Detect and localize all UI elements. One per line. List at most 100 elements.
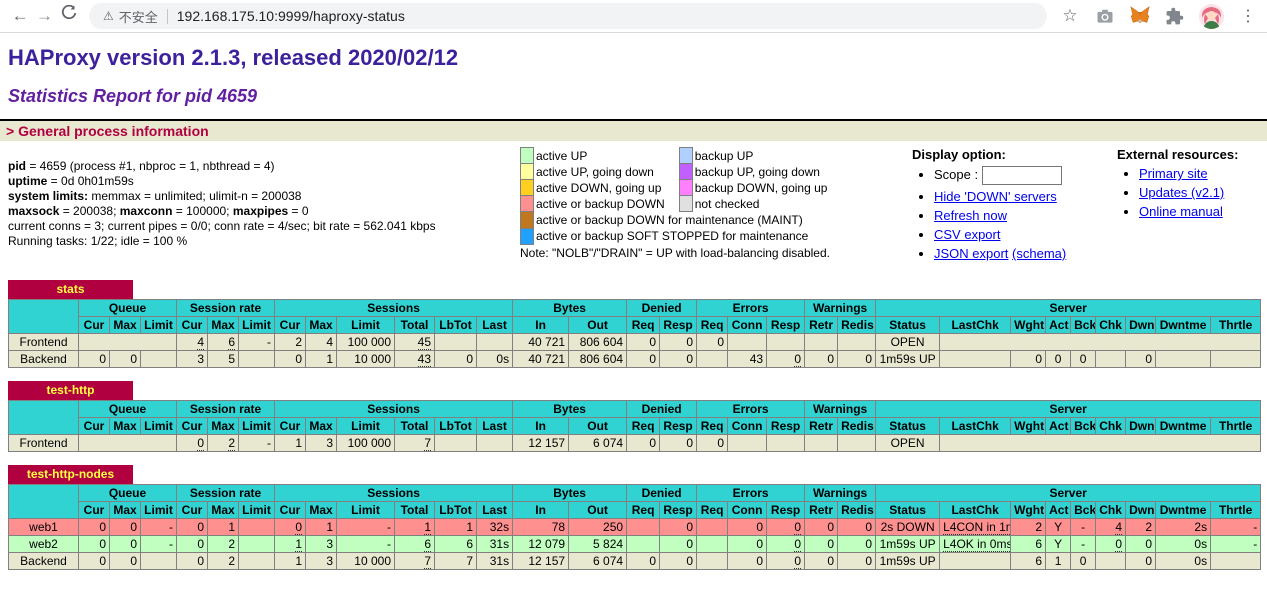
col-header: Wght bbox=[1011, 418, 1046, 435]
proxy-name-tab[interactable]: test-http bbox=[8, 381, 133, 400]
proxy-table-stats: statsQueueSession rateSessionsBytesDenie… bbox=[8, 280, 1259, 368]
cell: 7 bbox=[395, 435, 435, 452]
cell: 1m59s UP bbox=[876, 536, 940, 553]
cell: 6 bbox=[1011, 553, 1046, 570]
cell bbox=[728, 435, 767, 452]
corner-header bbox=[9, 485, 79, 519]
col-header: Chk bbox=[1096, 418, 1126, 435]
scope-label: Scope : bbox=[934, 167, 978, 182]
col-header: Max bbox=[306, 418, 337, 435]
refresh-now-link[interactable]: Refresh now bbox=[934, 208, 1007, 223]
group-header: Errors bbox=[697, 485, 805, 502]
col-header: Dwntme bbox=[1156, 418, 1211, 435]
json-export-link[interactable]: JSON export bbox=[934, 246, 1008, 261]
cell: 0 bbox=[660, 435, 697, 452]
legend-swatch bbox=[521, 196, 534, 212]
online-manual-link[interactable]: Online manual bbox=[1139, 204, 1223, 219]
legend-label: active or backup DOWN bbox=[534, 196, 680, 212]
process-info-line: system limits: memmax = unlimited; ulimi… bbox=[8, 189, 520, 204]
proxy-table-test-http-nodes: test-http-nodesQueueSession rateSessions… bbox=[8, 465, 1259, 570]
col-header: Dwn bbox=[1126, 502, 1156, 519]
col-header: Act bbox=[1046, 317, 1071, 334]
group-header: Session rate bbox=[177, 401, 275, 418]
hide-down-servers-link[interactable]: Hide 'DOWN' servers bbox=[934, 189, 1057, 204]
cell: 0 bbox=[660, 519, 697, 536]
cell: 0 bbox=[435, 351, 477, 368]
cell: 0 bbox=[1126, 351, 1156, 368]
col-header: Bck bbox=[1071, 418, 1096, 435]
metamask-fox-icon[interactable] bbox=[1129, 5, 1151, 27]
camera-extension-icon[interactable] bbox=[1094, 5, 1116, 27]
security-label: 不安全 bbox=[119, 7, 158, 26]
cell: 0 bbox=[805, 519, 838, 536]
col-header: LbTot bbox=[435, 418, 477, 435]
col-header: Total bbox=[395, 317, 435, 334]
cell bbox=[838, 435, 876, 452]
col-header: In bbox=[513, 502, 569, 519]
cell: 0 bbox=[110, 519, 141, 536]
legend-swatch bbox=[521, 164, 534, 180]
cell: 0 bbox=[838, 553, 876, 570]
cell: 1 bbox=[208, 519, 239, 536]
cell bbox=[838, 334, 876, 351]
col-header: Resp bbox=[660, 317, 697, 334]
cell: 4 bbox=[1096, 519, 1126, 536]
extensions-puzzle-icon[interactable] bbox=[1164, 5, 1186, 27]
row-label: Frontend bbox=[9, 435, 79, 452]
primary-site-link[interactable]: Primary site bbox=[1139, 166, 1208, 181]
updates-link[interactable]: Updates (v2.1) bbox=[1139, 185, 1224, 200]
proxy-name-tab[interactable]: stats bbox=[8, 280, 133, 299]
cell: 0 bbox=[697, 334, 728, 351]
cell: 2 bbox=[208, 435, 239, 452]
browser-menu-icon[interactable]: ⋮ bbox=[1237, 5, 1259, 27]
cell: OPEN bbox=[876, 435, 940, 452]
browser-toolbar: ← → ⚠ 不安全 192.168.175.10:9999/haproxy-st… bbox=[0, 0, 1267, 33]
cell: 0 bbox=[660, 351, 697, 368]
cell: 0 bbox=[660, 334, 697, 351]
proxy-name-tab[interactable]: test-http-nodes bbox=[8, 465, 133, 484]
process-info-line: Running tasks: 1/22; idle = 100 % bbox=[8, 234, 520, 249]
cell: 2 bbox=[1011, 519, 1046, 536]
cell: 2 bbox=[208, 536, 239, 553]
col-header: Wght bbox=[1011, 317, 1046, 334]
forward-button[interactable]: → bbox=[32, 2, 56, 30]
json-schema-link[interactable]: (schema) bbox=[1012, 246, 1066, 261]
scope-input[interactable] bbox=[982, 166, 1062, 185]
back-button[interactable]: ← bbox=[8, 2, 32, 30]
scope-item: Scope : bbox=[934, 166, 1117, 185]
csv-export-link[interactable]: CSV export bbox=[934, 227, 1000, 242]
cell: 3 bbox=[306, 536, 337, 553]
reload-button[interactable] bbox=[57, 2, 81, 30]
legend-table: active UPbackup UPactive UP, going downb… bbox=[520, 147, 841, 245]
col-header: Resp bbox=[767, 418, 805, 435]
group-header: Queue bbox=[79, 401, 177, 418]
bookmark-star-icon[interactable]: ☆ bbox=[1059, 5, 1081, 27]
col-header: LastChk bbox=[940, 317, 1011, 334]
cell: 0 bbox=[728, 536, 767, 553]
col-header: Limit bbox=[141, 317, 177, 334]
cell bbox=[239, 553, 275, 570]
cell: 43 bbox=[728, 351, 767, 368]
external-resources-title: External resources: bbox=[1117, 147, 1259, 162]
group-header: Sessions bbox=[275, 401, 513, 418]
cell: 250 bbox=[569, 519, 627, 536]
col-header: Thrtle bbox=[1211, 502, 1261, 519]
group-header: Errors bbox=[697, 401, 805, 418]
cell bbox=[805, 334, 838, 351]
cell: 0 bbox=[767, 553, 805, 570]
col-header: Conn bbox=[728, 502, 767, 519]
cell bbox=[1096, 553, 1126, 570]
col-header: Resp bbox=[767, 502, 805, 519]
col-header: Thrtle bbox=[1211, 317, 1261, 334]
col-header: Out bbox=[569, 502, 627, 519]
legend-label: active UP bbox=[534, 148, 680, 164]
haproxy-version-link[interactable]: HAProxy version 2.1.3, released 2020/02/… bbox=[8, 45, 458, 71]
cell: 0 bbox=[767, 519, 805, 536]
profile-avatar[interactable] bbox=[1199, 4, 1224, 29]
cell: 0 bbox=[805, 536, 838, 553]
table-row-web1: web100-0101-1132s78250000002s DOWNL4CON … bbox=[9, 519, 1261, 536]
address-bar[interactable]: ⚠ 不安全 192.168.175.10:9999/haproxy-status bbox=[89, 3, 1047, 29]
cell: 1 bbox=[275, 553, 306, 570]
cell bbox=[940, 334, 1261, 351]
cell: 40 721 bbox=[513, 351, 569, 368]
